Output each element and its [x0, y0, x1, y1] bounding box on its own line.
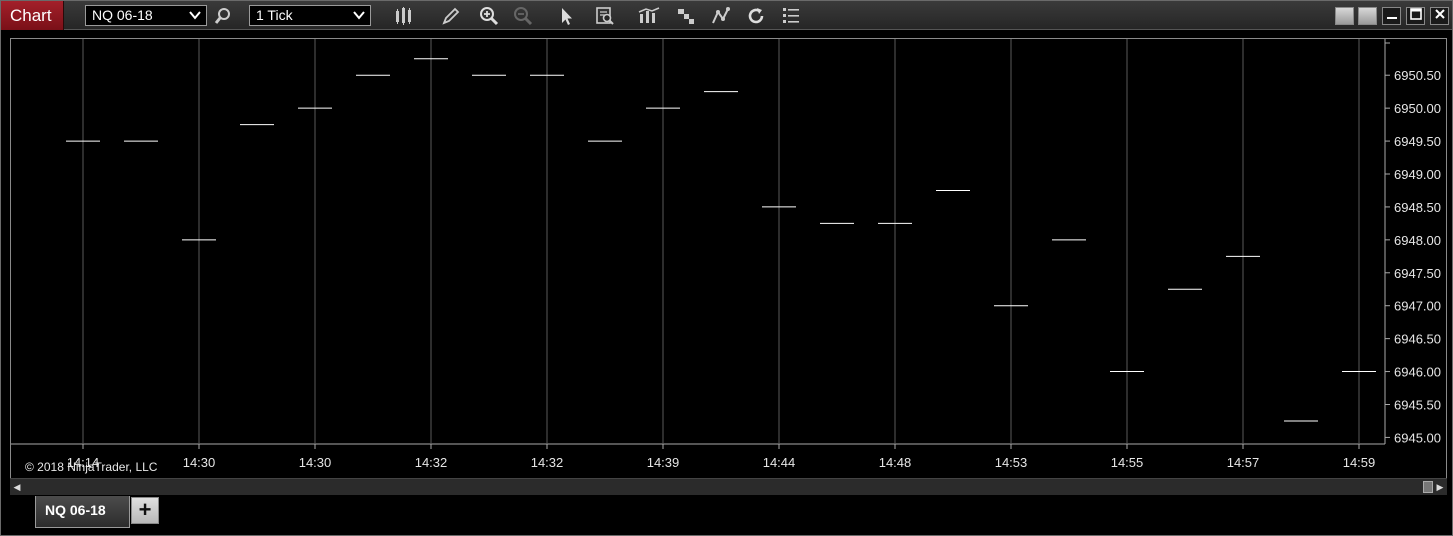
reload-icon[interactable] — [744, 4, 768, 27]
indicators-icon[interactable] — [637, 4, 661, 27]
bar-type-icon[interactable] — [392, 4, 416, 27]
close-icon — [1434, 7, 1446, 25]
properties-icon[interactable] — [779, 4, 803, 27]
chart-panel[interactable]: 6950.50 6950.00 6949.50 6949.00 6948.50 6948.… — [10, 38, 1447, 495]
x-tick-label: 14:59 — [1343, 455, 1376, 470]
zoom-out-icon[interactable] — [511, 4, 535, 27]
x-tick-label: 14:55 — [1111, 455, 1144, 470]
x-tick-label: 14:32 — [415, 455, 448, 470]
x-tick-label: 14:30 — [299, 455, 332, 470]
add-tab-button[interactable]: + — [131, 497, 159, 524]
close-button[interactable] — [1430, 7, 1449, 25]
scroll-thumb[interactable] — [1423, 481, 1433, 493]
chart-toolbar: Chart NQ 06-18 1 Tick — [1, 1, 1452, 30]
x-tick-label: 14:30 — [183, 455, 216, 470]
minimize-icon — [1386, 7, 1398, 25]
x-tick-label: 14:53 — [995, 455, 1028, 470]
y-tick-label: 6946.50 — [1394, 332, 1441, 347]
search-icon[interactable] — [211, 4, 235, 27]
y-tick-label: 6946.00 — [1394, 365, 1441, 380]
y-tick-label: 6947.00 — [1394, 299, 1441, 314]
tile-left-button[interactable] — [1335, 7, 1354, 25]
interval-selector[interactable]: 1 Tick — [249, 5, 371, 26]
y-tick-label: 6945.00 — [1394, 430, 1441, 445]
price-chart[interactable]: 6950.50 6950.00 6949.50 6949.00 6948.50 6948.… — [11, 39, 1448, 479]
y-tick-label: 6948.50 — [1394, 200, 1441, 215]
y-tick-label: 6949.50 — [1394, 134, 1441, 149]
instrument-selector[interactable]: NQ 06-18 — [85, 5, 207, 26]
x-tick-label: 14:57 — [1227, 455, 1260, 470]
y-tick-label: 6949.00 — [1394, 167, 1441, 182]
y-tick-label: 6945.50 — [1394, 397, 1441, 412]
scroll-right-icon[interactable]: ▶ — [1433, 479, 1447, 495]
instrument-value: NQ 06-18 — [92, 7, 153, 23]
minimize-button[interactable] — [1382, 7, 1401, 25]
tile-right-button[interactable] — [1358, 7, 1377, 25]
chevron-down-icon — [353, 8, 365, 27]
pointer-icon[interactable] — [554, 4, 578, 27]
interval-value: 1 Tick — [256, 7, 293, 23]
scroll-left-icon[interactable]: ◀ — [10, 479, 24, 495]
x-tick-label: 14:48 — [879, 455, 912, 470]
y-tick-label: 6950.50 — [1394, 68, 1441, 83]
strategies-icon[interactable] — [674, 4, 698, 27]
drawing-tools-icon[interactable] — [709, 4, 733, 27]
maximize-icon — [1409, 7, 1422, 25]
copyright-label: © 2018 NinjaTrader, LLC — [25, 460, 158, 474]
data-box-icon[interactable] — [593, 4, 617, 27]
y-tick-label: 6947.50 — [1394, 266, 1441, 281]
x-tick-label: 14:44 — [763, 455, 796, 470]
maximize-button[interactable] — [1406, 7, 1425, 25]
draw-pencil-icon[interactable] — [439, 4, 463, 27]
x-tick-label: 14:32 — [531, 455, 564, 470]
chart-window: Chart NQ 06-18 1 Tick 6950.50 6950.00 69… — [0, 0, 1453, 536]
tab-nq-06-18[interactable]: NQ 06-18 — [35, 496, 130, 528]
window-brand-label[interactable]: Chart — [1, 1, 64, 30]
y-tick-label: 6950.00 — [1394, 101, 1441, 116]
zoom-in-icon[interactable] — [477, 4, 501, 27]
y-tick-label: 6948.00 — [1394, 233, 1441, 248]
horizontal-scrollbar[interactable]: ◀ ▶ — [10, 478, 1447, 495]
chevron-down-icon — [189, 8, 201, 27]
x-tick-label: 14:39 — [647, 455, 680, 470]
